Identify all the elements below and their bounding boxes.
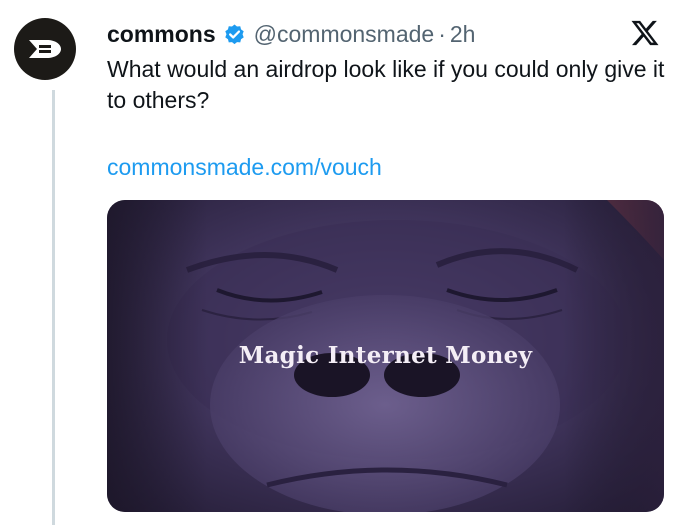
thread-line [52,90,55,525]
tweet-link[interactable]: commonsmade.com/vouch [107,154,382,181]
author-avatar[interactable] [14,18,76,80]
tweet-media-image[interactable]: Magic Internet Money [107,200,664,512]
verified-badge-icon [224,23,244,44]
x-logo-icon[interactable] [630,18,660,48]
separator-dot: · [438,20,446,47]
commons-logo-icon [29,40,61,58]
tweet-text: What would an airdrop look like if you c… [107,56,665,113]
media-caption: Magic Internet Money [238,342,533,369]
tweet-header: commons @commonsmade · 2h [107,16,660,52]
author-name[interactable]: commons [107,21,216,48]
author-handle[interactable]: @commonsmade [254,21,435,48]
tweet-timestamp[interactable]: 2h [450,21,476,48]
